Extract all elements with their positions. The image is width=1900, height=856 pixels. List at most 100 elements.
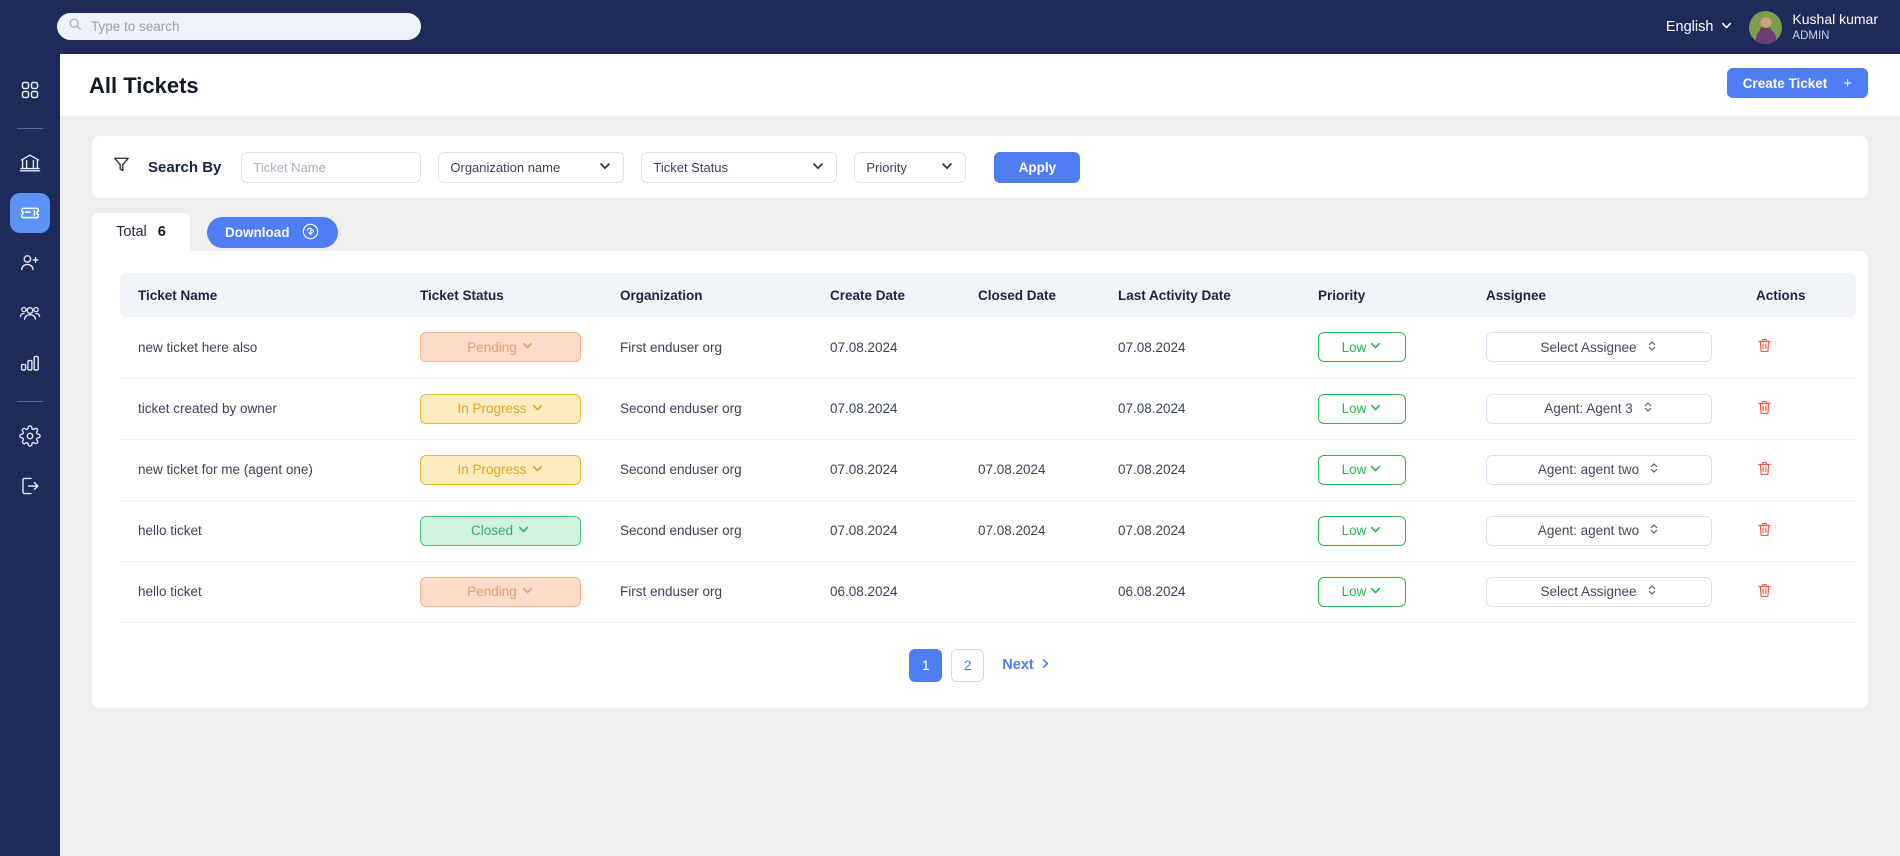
cell-create-date: 07.08.2024 xyxy=(820,378,968,440)
cell-last-activity-date: 06.08.2024 xyxy=(1108,561,1308,623)
user-menu[interactable]: Kushal kumar ADMIN xyxy=(1749,10,1878,44)
priority-dropdown[interactable]: Low xyxy=(1318,332,1406,363)
total-tab[interactable]: Total 6 xyxy=(92,213,190,251)
cell-ticket-name: ticket created by owner xyxy=(120,378,410,440)
assignee-select[interactable]: Agent: agent two xyxy=(1486,515,1712,546)
status-label: In Progress xyxy=(457,401,527,416)
status-dropdown[interactable]: Pending xyxy=(420,332,581,363)
global-search[interactable] xyxy=(57,13,421,40)
assignee-select[interactable]: Agent: agent two xyxy=(1486,454,1712,485)
chevron-down-icon xyxy=(940,159,954,176)
cell-assignee: Agent: Agent 3 xyxy=(1476,378,1746,440)
table-header-row: Ticket Name Ticket Status Organization C… xyxy=(120,273,1856,317)
status-label: In Progress xyxy=(457,462,527,477)
up-down-chevron-icon xyxy=(1642,400,1654,417)
chevron-down-icon xyxy=(521,339,534,355)
cell-closed-date xyxy=(968,317,1108,379)
cell-actions xyxy=(1746,378,1856,440)
cell-create-date: 07.08.2024 xyxy=(820,317,968,379)
sidebar-item-tickets[interactable] xyxy=(10,193,50,233)
create-ticket-button[interactable]: Create Ticket + xyxy=(1726,68,1868,98)
cell-closed-date xyxy=(968,378,1108,440)
search-icon xyxy=(68,17,82,36)
delete-ticket-button[interactable] xyxy=(1756,582,1773,602)
column-header-last-activity-date: Last Activity Date xyxy=(1108,273,1308,317)
cell-last-activity-date: 07.08.2024 xyxy=(1108,378,1308,440)
sidebar-item-dashboard[interactable] xyxy=(10,70,50,110)
sidebar-item-reports[interactable] xyxy=(10,343,50,383)
cell-create-date: 07.08.2024 xyxy=(820,500,968,562)
download-button[interactable]: Download xyxy=(207,217,338,248)
search-input[interactable] xyxy=(91,19,391,34)
topbar-right-cluster: English Kushal kumar ADMIN xyxy=(1666,0,1878,54)
sidebar-item-users[interactable] xyxy=(10,293,50,333)
page-title: All Tickets xyxy=(89,73,199,98)
trash-icon xyxy=(1756,521,1773,541)
table-row: new ticket for me (agent one) In Progres… xyxy=(120,439,1856,501)
assignee-select[interactable]: Select Assignee xyxy=(1486,576,1712,607)
add-user-icon xyxy=(19,252,41,274)
delete-ticket-button[interactable] xyxy=(1756,399,1773,419)
total-value: 6 xyxy=(157,224,166,240)
assignee-label: Select Assignee xyxy=(1540,584,1637,599)
priority-select[interactable]: Priority xyxy=(854,151,967,183)
language-selector[interactable]: English xyxy=(1666,19,1734,36)
chevron-down-icon xyxy=(1720,19,1733,36)
sidebar-item-organizations[interactable] xyxy=(10,143,50,183)
page-number-2[interactable]: 2 xyxy=(951,648,985,682)
page-number-1[interactable]: 1 xyxy=(909,648,943,682)
sidebar-item-settings[interactable] xyxy=(10,416,50,456)
ticket-name-input[interactable] xyxy=(241,151,422,183)
priority-label: Low xyxy=(1341,523,1367,538)
filter-funnel-icon xyxy=(112,155,131,179)
status-dropdown[interactable]: Pending xyxy=(420,576,581,607)
users-icon xyxy=(19,302,41,324)
priority-select-value: Priority xyxy=(866,159,907,175)
apply-button[interactable]: Apply xyxy=(994,151,1081,183)
organization-select[interactable]: Organization name xyxy=(438,151,625,183)
chevron-down-icon xyxy=(1369,462,1382,478)
cell-closed-date: 07.08.2024 xyxy=(968,500,1108,562)
priority-dropdown[interactable]: Low xyxy=(1318,515,1406,546)
cell-organization: Second enduser org xyxy=(610,500,820,562)
sidebar-item-logout[interactable] xyxy=(10,466,50,506)
main-content: Search By Organization name Ticket Statu… xyxy=(60,116,1900,856)
status-dropdown[interactable]: Closed xyxy=(420,515,581,546)
cell-priority: Low xyxy=(1308,317,1476,379)
delete-ticket-button[interactable] xyxy=(1756,521,1773,541)
cell-ticket-status: Closed xyxy=(410,500,610,562)
summary-strip: Total 6 Download xyxy=(92,213,1868,251)
sidebar-item-add-user[interactable] xyxy=(10,243,50,283)
cell-actions xyxy=(1746,500,1856,562)
cell-ticket-name: hello ticket xyxy=(120,561,410,623)
tickets-table-card: Ticket Name Ticket Status Organization C… xyxy=(92,251,1868,708)
column-header-assignee: Assignee xyxy=(1476,273,1746,317)
priority-dropdown[interactable]: Low xyxy=(1318,576,1406,607)
column-header-ticket-status: Ticket Status xyxy=(410,273,610,317)
table-row: new ticket here also Pending First endus… xyxy=(120,317,1856,379)
plus-icon: + xyxy=(1843,74,1852,92)
cell-organization: Second enduser org xyxy=(610,439,820,501)
search-by-label: Search By xyxy=(148,158,222,176)
gear-icon xyxy=(19,425,41,447)
delete-ticket-button[interactable] xyxy=(1756,460,1773,480)
priority-dropdown[interactable]: Low xyxy=(1318,393,1406,424)
cloud-download-icon xyxy=(301,222,320,244)
trash-icon xyxy=(1756,337,1773,357)
ticket-status-select-value: Ticket Status xyxy=(653,159,729,175)
assignee-select[interactable]: Agent: Agent 3 xyxy=(1486,393,1712,424)
ticket-status-select[interactable]: Ticket Status xyxy=(641,151,838,183)
priority-dropdown[interactable]: Low xyxy=(1318,454,1406,485)
assignee-select[interactable]: Select Assignee xyxy=(1486,332,1712,363)
status-dropdown[interactable]: In Progress xyxy=(420,393,581,424)
filter-bar: Search By Organization name Ticket Statu… xyxy=(92,136,1868,198)
delete-ticket-button[interactable] xyxy=(1756,337,1773,357)
organization-select-value: Organization name xyxy=(450,159,561,175)
next-page-button[interactable]: Next xyxy=(1002,657,1050,673)
column-header-organization: Organization xyxy=(610,273,820,317)
cell-ticket-name: new ticket here also xyxy=(120,317,410,379)
cell-priority: Low xyxy=(1308,561,1476,623)
user-name: Kushal kumar xyxy=(1792,11,1878,28)
status-dropdown[interactable]: In Progress xyxy=(420,454,581,485)
cell-priority: Low xyxy=(1308,439,1476,501)
